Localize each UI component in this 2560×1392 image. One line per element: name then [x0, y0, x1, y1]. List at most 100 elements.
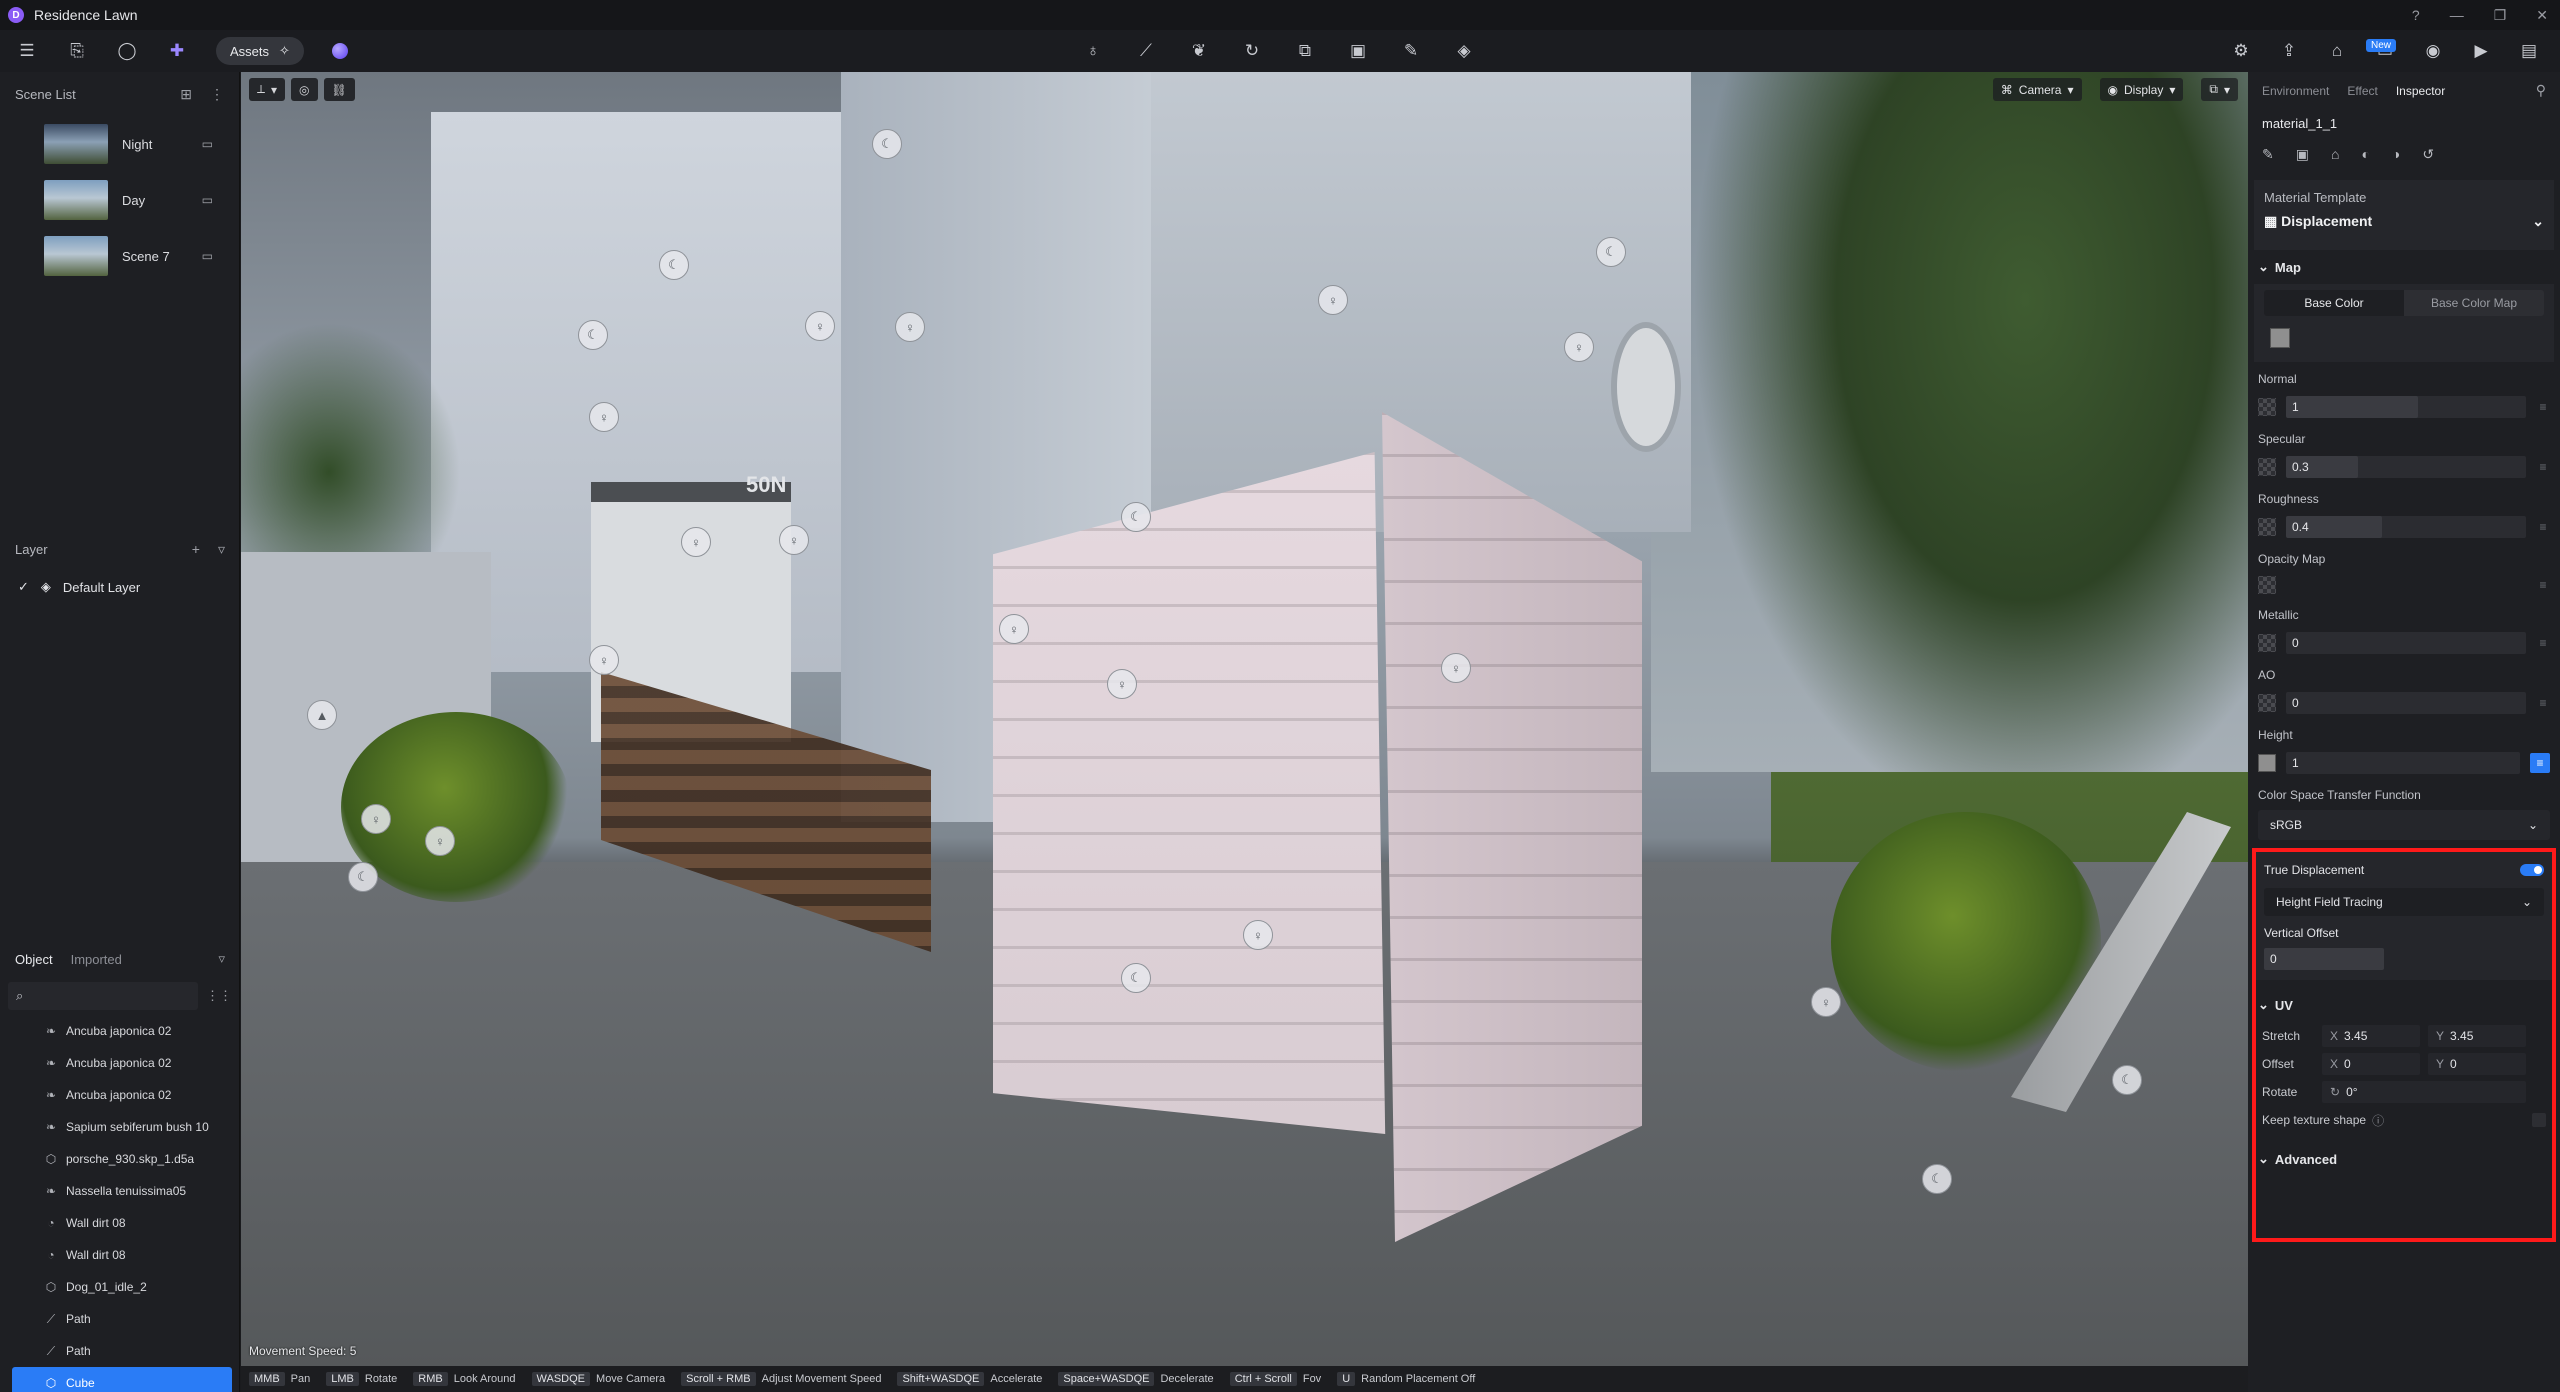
tab-environment[interactable]: Environment — [2262, 84, 2329, 98]
cube-side-face[interactable] — [1382, 412, 1642, 1242]
list-item-selected[interactable]: ⬡ Cube — [12, 1367, 232, 1392]
vegetation-tool-icon[interactable]: ❦ — [1188, 41, 1210, 61]
world-space-button[interactable]: ◎ — [291, 78, 318, 101]
true-displacement-toggle[interactable] — [2520, 864, 2544, 876]
menu-icon[interactable]: ☰ — [16, 41, 38, 61]
roughness-slider[interactable]: 0.4 — [2286, 516, 2526, 538]
advanced-section-header[interactable]: ⌄ Advanced — [2248, 1142, 2560, 1176]
add-scene-icon[interactable]: ⊞ — [180, 86, 192, 103]
list-item[interactable]: ◔ Wall dirt 08 — [0, 1207, 240, 1239]
tab-inspector[interactable]: Inspector — [2396, 84, 2445, 98]
render-output-icon[interactable]: ▤ — [2518, 41, 2540, 61]
scene-item-day[interactable]: Day ▭ — [8, 172, 231, 228]
light-marker-icon[interactable]: ☾ — [348, 862, 378, 892]
list-item[interactable]: ❧ Nassella tenuissima05 — [0, 1175, 240, 1207]
light-marker-icon[interactable]: ☾ — [1121, 963, 1151, 993]
offset-x-input[interactable]: X0 — [2322, 1053, 2420, 1075]
advanced-toggle-icon[interactable]: ≡ — [2530, 753, 2550, 773]
texture-slot[interactable] — [2258, 576, 2276, 594]
light-marker-icon[interactable]: ♀ — [361, 804, 391, 834]
metallic-slider[interactable]: 0 — [2286, 632, 2526, 654]
light-marker-icon[interactable]: ♀ — [425, 826, 455, 856]
tab-effect[interactable]: Effect — [2347, 84, 2377, 98]
add-layer-icon[interactable]: + — [192, 541, 200, 558]
assets-button[interactable]: Assets ✧ — [216, 37, 304, 65]
advanced-toggle-icon[interactable]: ≡ — [2536, 400, 2550, 414]
light-marker-icon[interactable]: ☾ — [659, 250, 689, 280]
eyedropper-icon[interactable]: ✎ — [2262, 146, 2274, 163]
list-item[interactable]: ⟋ Path — [0, 1303, 240, 1335]
list-item[interactable]: ❧ Ancuba japonica 02 — [0, 1015, 240, 1047]
specular-slider[interactable]: 0.3 — [2286, 456, 2526, 478]
camera-dropdown[interactable]: ⌘ Camera ▾ — [1992, 78, 2082, 101]
tab-base-color-map[interactable]: Base Color Map — [2404, 290, 2544, 316]
close-button[interactable]: ✕ — [2536, 7, 2548, 24]
grid-view-icon[interactable]: ⋮⋮ — [206, 988, 232, 1004]
light-marker-icon[interactable]: ♀ — [681, 527, 711, 557]
ai-plugin-icon[interactable]: ✚ — [166, 41, 188, 61]
light-marker-icon[interactable]: ☾ — [578, 320, 608, 350]
list-item[interactable]: ❧ Sapium sebiferum bush 10 — [0, 1111, 240, 1143]
light-marker-icon[interactable]: ☾ — [1596, 237, 1626, 267]
video-icon[interactable]: ▶ — [2470, 41, 2492, 61]
view-options-dropdown[interactable]: ⧉ ▾ — [2201, 78, 2238, 101]
tab-imported[interactable]: Imported — [71, 952, 122, 967]
save-material-icon[interactable]: ▣ — [2296, 146, 2309, 163]
3d-viewport[interactable]: 50N ☾ ☾ ☾ ♀ ♀ ♀ ♀ ☾ ♀ ☾ ♀ ♀ ♀ ♀ ♀ ♀ ▲ ♀ … — [241, 72, 2248, 1392]
reset-icon[interactable]: ↺ — [2422, 146, 2434, 163]
brush-tool-icon[interactable]: ✎ — [1400, 41, 1422, 61]
light-marker-icon[interactable]: ♀ — [779, 525, 809, 555]
advanced-toggle-icon[interactable]: ≡ — [2536, 578, 2550, 592]
measure-tool-icon[interactable]: ▣ — [1347, 41, 1369, 61]
export-icon[interactable]: ⇪ — [2278, 41, 2300, 61]
render-settings-icon[interactable]: ⚙ — [2230, 41, 2252, 61]
vertical-offset-input[interactable]: 0 — [2264, 948, 2384, 970]
list-item[interactable]: ◔ Wall dirt 08 — [0, 1239, 240, 1271]
display-dropdown[interactable]: ◉ Display ▾ — [2099, 78, 2184, 101]
height-texture-slot[interactable] — [2258, 754, 2276, 772]
normal-slider[interactable]: 1 — [2286, 396, 2526, 418]
transform-tool-icon[interactable]: ⧉ — [1294, 41, 1316, 61]
light-marker-icon[interactable]: ♀ — [1243, 920, 1273, 950]
light-marker-icon[interactable]: ♀ — [1564, 332, 1594, 362]
uv-section-header[interactable]: ⌄ UV — [2248, 988, 2560, 1022]
chat-icon[interactable]: ◯ — [116, 41, 138, 61]
stretch-x-input[interactable]: X 3.45 — [2322, 1025, 2420, 1047]
rotate-tool-icon[interactable]: ↻ — [1241, 41, 1263, 61]
gizmo-mode-button[interactable]: ⟂ ▾ — [249, 78, 286, 101]
scene-camera-icon[interactable]: ▭ — [202, 193, 213, 207]
light-marker-icon[interactable]: ♀ — [589, 402, 619, 432]
texture-slot[interactable] — [2258, 518, 2276, 536]
camera-capture-icon[interactable]: ◉ — [2422, 41, 2444, 61]
scene-camera-icon[interactable]: ▭ — [202, 137, 213, 151]
light-marker-icon[interactable]: ☾ — [2112, 1065, 2142, 1095]
material-library-icon[interactable]: ⌂ — [2331, 146, 2339, 162]
vr-icon[interactable]: ▭New — [2366, 39, 2397, 61]
tab-base-color[interactable]: Base Color — [2264, 290, 2404, 316]
texture-slot[interactable] — [2258, 694, 2276, 712]
list-item[interactable]: ❧ Ancuba japonica 02 — [0, 1079, 240, 1111]
light-marker-icon[interactable]: ☾ — [872, 129, 902, 159]
replace-material-icon[interactable]: ◐ — [2361, 146, 2369, 162]
tab-object[interactable]: Object — [15, 952, 53, 967]
light-marker-icon[interactable]: ☾ — [1121, 502, 1151, 532]
texture-slot[interactable] — [2258, 634, 2276, 652]
list-item[interactable]: ⬡ Dog_01_idle_2 — [0, 1271, 240, 1303]
pin-icon[interactable]: ⚲ — [2536, 82, 2546, 99]
filter-icon[interactable]: ▿ — [218, 951, 225, 967]
light-marker-icon[interactable]: ▲ — [307, 700, 337, 730]
light-marker-icon[interactable]: ♀ — [999, 614, 1029, 644]
ai-material-icon[interactable]: ◑ — [2392, 146, 2400, 162]
ao-slider[interactable]: 0 — [2286, 692, 2526, 714]
more-icon[interactable]: ⋮ — [210, 86, 224, 103]
light-marker-icon[interactable]: ♀ — [589, 645, 619, 675]
share-icon[interactable]: ⌂ — [2326, 41, 2348, 61]
minimize-button[interactable]: — — [2450, 7, 2464, 23]
light-marker-icon[interactable]: ♀ — [805, 311, 835, 341]
rotate-input[interactable]: ↻ 0° — [2322, 1081, 2526, 1103]
base-color-swatch[interactable] — [2270, 328, 2290, 348]
scene-camera-icon[interactable]: ▭ — [202, 249, 213, 263]
filter-icon[interactable]: ▿ — [218, 541, 225, 558]
light-marker-icon[interactable]: ♀ — [1811, 987, 1841, 1017]
map-section-header[interactable]: ⌄ Map — [2248, 250, 2560, 284]
